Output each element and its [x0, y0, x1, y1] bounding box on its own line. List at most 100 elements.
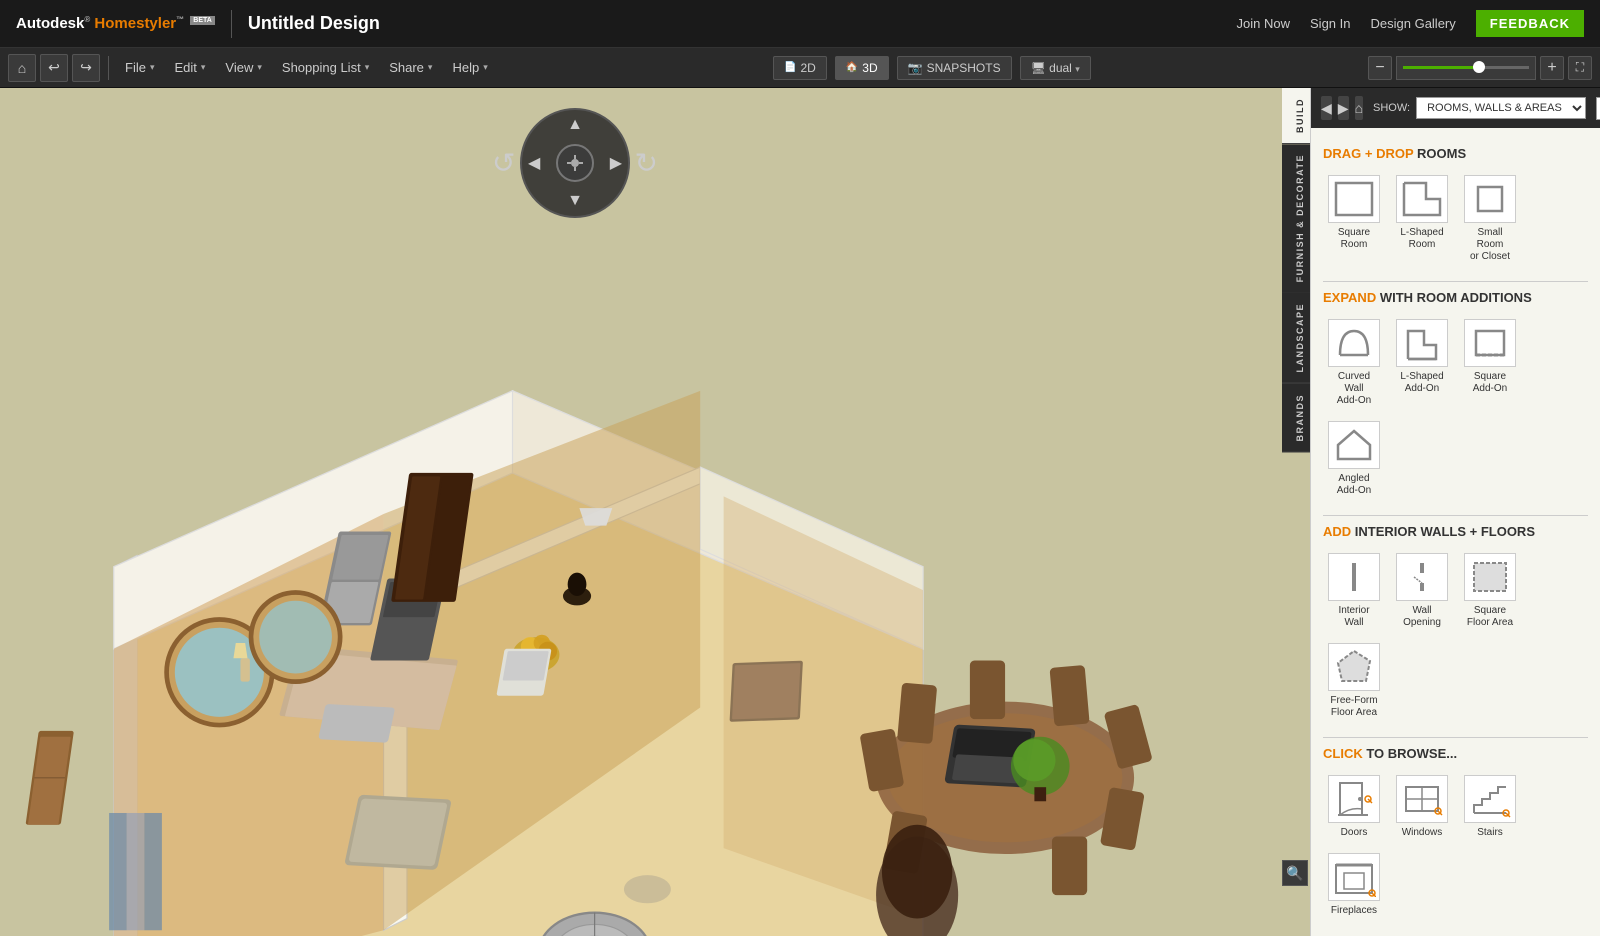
interior-wall-item[interactable]: InteriorWall — [1323, 549, 1385, 633]
toolbar-right: − + ⛶ — [1368, 56, 1592, 80]
logo-text: Autodesk® Homestyler™ BETA — [16, 15, 215, 32]
stairs-icon — [1464, 775, 1516, 823]
l-shaped-addon-icon — [1396, 319, 1448, 367]
section-separator-2 — [1323, 515, 1588, 516]
show-label: SHOW: — [1373, 102, 1410, 114]
l-shaped-addon-item[interactable]: L-ShapedAdd-On — [1391, 315, 1453, 411]
zoom-out-button[interactable]: − — [1368, 56, 1392, 80]
expand-additions-grid: Curved WallAdd-On L-ShapedAdd-On — [1323, 315, 1588, 501]
expand-additions-title: EXPAND WITH ROOM ADDITIONS — [1323, 290, 1588, 305]
main-area: ↺ ▲ ▼ ◀ ▶ ↻ — [0, 88, 1600, 936]
toolbar-left: ⌂ ↩ ↪ File ▾ Edit ▾ View ▾ Shopping List… — [8, 54, 496, 82]
redo-button[interactable]: ↪ — [72, 54, 100, 82]
freeform-floor-icon — [1328, 643, 1380, 691]
square-floor-icon — [1464, 553, 1516, 601]
zoom-slider-track — [1403, 66, 1529, 69]
furnish-decorate-tab[interactable]: FURNISH & DECORATE — [1282, 144, 1310, 293]
nav-center-dot — [556, 144, 594, 182]
doors-icon — [1328, 775, 1380, 823]
zoom-in-button[interactable]: + — [1540, 56, 1564, 80]
landscape-tab[interactable]: LANDSCAPE — [1282, 293, 1310, 384]
fireplaces-icon — [1328, 853, 1380, 901]
right-panel: ◀ ▶ ⌂ SHOW: ROOMS, WALLS & AREAS All Ite… — [1310, 88, 1600, 936]
click-browse-title: CLICK TO BROWSE... — [1323, 746, 1588, 761]
zoom-slider[interactable] — [1396, 56, 1536, 80]
zoom-slider-thumb[interactable] — [1473, 61, 1485, 73]
toolbar-separator — [108, 56, 109, 80]
click-browse-grid: Doors Windows — [1323, 771, 1588, 921]
interior-wall-icon — [1328, 553, 1380, 601]
title-divider — [231, 10, 232, 38]
section-separator-1 — [1323, 281, 1588, 282]
windows-item[interactable]: Windows — [1391, 771, 1453, 843]
small-room-item[interactable]: Small Roomor Closet — [1459, 171, 1521, 267]
zoom-slider-fill — [1403, 66, 1479, 69]
build-tab[interactable]: BUILD — [1282, 88, 1310, 144]
drag-drop-rooms-title: DRAG + DROP ROOMS — [1323, 146, 1588, 161]
house-visualization — [20, 168, 1310, 936]
magnify-button[interactable]: 🔍 — [1282, 860, 1308, 886]
canvas-area[interactable]: ↺ ▲ ▼ ◀ ▶ ↻ — [0, 88, 1310, 936]
wall-opening-item[interactable]: WallOpening — [1391, 549, 1453, 633]
top-right-nav: Join Now Sign In Design Gallery FEEDBACK — [1237, 10, 1584, 37]
square-addon-icon — [1464, 319, 1516, 367]
nav-right-button[interactable]: ▶ — [610, 153, 622, 173]
sign-in-link[interactable]: Sign In — [1310, 16, 1350, 31]
stairs-item[interactable]: Stairs — [1459, 771, 1521, 843]
feedback-button[interactable]: FEEDBACK — [1476, 10, 1584, 37]
toolbar-center: 📄 2D 🏠 3D 📷 SNAPSHOTS 🖥 dual ▾ — [773, 56, 1091, 80]
brands-tab[interactable]: BRANDS — [1282, 384, 1310, 453]
panel-search-bar[interactable]: 🔍 — [1596, 97, 1600, 120]
rotate-left-button[interactable]: ↺ — [492, 147, 515, 180]
windows-icon — [1396, 775, 1448, 823]
design-title: Untitled Design — [248, 13, 380, 34]
wall-opening-icon — [1396, 553, 1448, 601]
interior-walls-title: ADD INTERIOR WALLS + FLOORS — [1323, 524, 1588, 539]
rotate-right-button[interactable]: ↻ — [635, 147, 658, 180]
panel-header: ◀ ▶ ⌂ SHOW: ROOMS, WALLS & AREAS All Ite… — [1311, 88, 1600, 128]
edit-menu[interactable]: Edit ▾ — [166, 56, 213, 79]
help-menu[interactable]: Help ▾ — [444, 56, 495, 79]
nav-left-button[interactable]: ◀ — [528, 153, 540, 173]
undo-button[interactable]: ↩ — [40, 54, 68, 82]
curved-wall-icon — [1328, 319, 1380, 367]
view-2d-button[interactable]: 📄 2D — [773, 56, 827, 80]
side-tabs: BUILD FURNISH & DECORATE LANDSCAPE BRAND… — [1282, 88, 1310, 452]
angled-addon-item[interactable]: AngledAdd-On — [1323, 417, 1385, 501]
angled-addon-icon — [1328, 421, 1380, 469]
fullscreen-button[interactable]: ⛶ — [1568, 56, 1592, 80]
view-3d-button[interactable]: 🏠 3D — [835, 56, 889, 80]
toolbar: ⌂ ↩ ↪ File ▾ Edit ▾ View ▾ Shopping List… — [0, 48, 1600, 88]
logo-area: Autodesk® Homestyler™ BETA — [16, 15, 215, 32]
square-room-item[interactable]: SquareRoom — [1323, 171, 1385, 267]
freeform-floor-item[interactable]: Free-FormFloor Area — [1323, 639, 1385, 723]
panel-home-button[interactable]: ⌂ — [1355, 96, 1363, 120]
fireplaces-item[interactable]: Fireplaces — [1323, 849, 1385, 921]
show-dropdown[interactable]: ROOMS, WALLS & AREAS All Items Furniture… — [1416, 97, 1586, 119]
file-menu[interactable]: File ▾ — [117, 56, 162, 79]
l-shaped-room-icon — [1396, 175, 1448, 223]
nav-down-button[interactable]: ▼ — [567, 192, 583, 210]
panel-forward-button[interactable]: ▶ — [1338, 96, 1349, 120]
curved-wall-item[interactable]: Curved WallAdd-On — [1323, 315, 1385, 411]
square-floor-item[interactable]: SquareFloor Area — [1459, 549, 1521, 633]
square-room-icon — [1328, 175, 1380, 223]
small-room-icon — [1464, 175, 1516, 223]
snapshots-button[interactable]: 📷 SNAPSHOTS — [897, 56, 1012, 80]
l-shaped-room-item[interactable]: L-ShapedRoom — [1391, 171, 1453, 267]
panel-back-button[interactable]: ◀ — [1321, 96, 1332, 120]
square-addon-item[interactable]: SquareAdd-On — [1459, 315, 1521, 411]
design-gallery-link[interactable]: Design Gallery — [1371, 16, 1456, 31]
navigation-controls: ↺ ▲ ▼ ◀ ▶ ↻ — [520, 108, 630, 218]
share-menu[interactable]: Share ▾ — [381, 56, 440, 79]
join-now-link[interactable]: Join Now — [1237, 16, 1290, 31]
doors-item[interactable]: Doors — [1323, 771, 1385, 843]
section-separator-3 — [1323, 737, 1588, 738]
shopping-list-menu[interactable]: Shopping List ▾ — [274, 56, 377, 79]
drag-drop-rooms-grid: SquareRoom L-ShapedRoom — [1323, 171, 1588, 267]
nav-up-button[interactable]: ▲ — [567, 116, 583, 134]
view-menu[interactable]: View ▾ — [217, 56, 269, 79]
dual-view-button[interactable]: 🖥 dual ▾ — [1020, 56, 1091, 80]
home-button[interactable]: ⌂ — [8, 54, 36, 82]
interior-walls-grid: InteriorWall WallOpening — [1323, 549, 1588, 723]
